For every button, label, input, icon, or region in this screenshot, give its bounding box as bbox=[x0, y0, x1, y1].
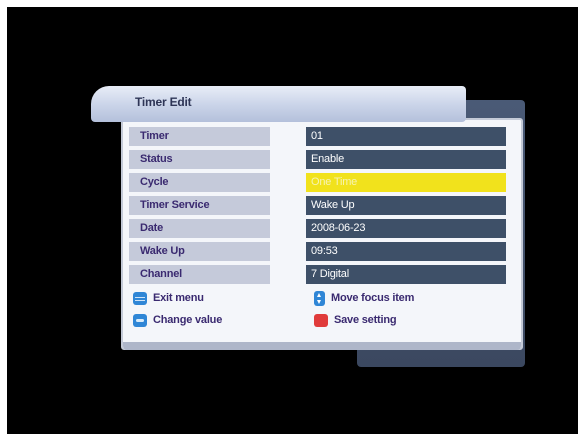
legend-save-label: Save setting bbox=[334, 314, 397, 326]
row-label: Timer Service bbox=[129, 196, 270, 215]
legend-change-label: Change value bbox=[153, 314, 223, 326]
cycle-value[interactable]: One Time bbox=[306, 173, 506, 192]
row-label: Cycle bbox=[129, 173, 270, 192]
left-right-icon bbox=[133, 313, 147, 327]
key-legend: Exit menu Move focus item Change value S… bbox=[133, 289, 518, 333]
timer-service-value[interactable]: Wake Up bbox=[306, 196, 506, 215]
legend-exit-label: Exit menu bbox=[153, 292, 204, 304]
title-bar: Timer Edit bbox=[91, 86, 466, 122]
row-label: Date bbox=[129, 219, 270, 238]
tv-screen: Timer 01 Status Enable Cycle One Time Ti… bbox=[7, 7, 578, 434]
exit-menu-icon bbox=[133, 291, 147, 305]
legend-save: Save setting bbox=[314, 311, 397, 329]
row-label: Timer bbox=[129, 127, 270, 146]
date-value[interactable]: 2008-06-23 bbox=[306, 219, 506, 238]
legend-move: Move focus item bbox=[314, 289, 414, 307]
wake-up-value[interactable]: 09:53 bbox=[306, 242, 506, 261]
page-title: Timer Edit bbox=[135, 95, 192, 109]
legend-move-label: Move focus item bbox=[331, 292, 415, 304]
red-button-icon bbox=[314, 313, 328, 327]
panel-footer-bar bbox=[123, 342, 521, 350]
row-label: Channel bbox=[129, 265, 270, 284]
timer-value[interactable]: 01 bbox=[306, 127, 506, 146]
up-down-icon bbox=[314, 290, 325, 306]
legend-change: Change value bbox=[133, 311, 222, 329]
status-value[interactable]: Enable bbox=[306, 150, 506, 169]
row-label: Status bbox=[129, 150, 270, 169]
channel-value[interactable]: 7 Digital bbox=[306, 265, 506, 284]
timer-edit-panel: Timer 01 Status Enable Cycle One Time Ti… bbox=[121, 118, 523, 350]
legend-exit: Exit menu bbox=[133, 289, 204, 307]
row-label: Wake Up bbox=[129, 242, 270, 261]
